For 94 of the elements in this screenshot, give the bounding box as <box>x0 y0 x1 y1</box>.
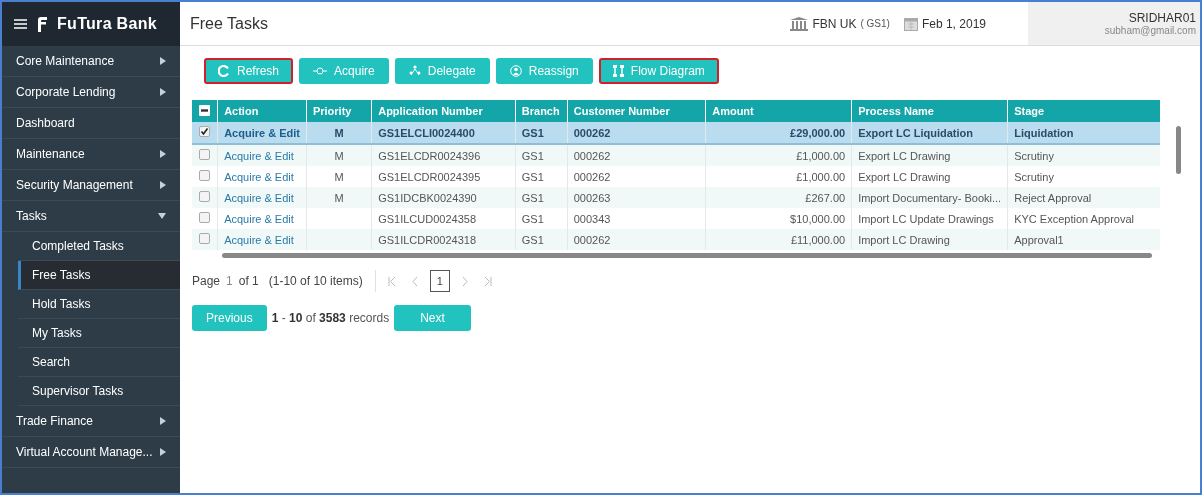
table-cell: M <box>334 149 344 162</box>
branch-name: FBN UK <box>812 16 857 31</box>
date: Feb 1, 2019 <box>921 16 986 31</box>
sidebar-item[interactable]: Core Maintenance <box>2 46 180 77</box>
sidebar-item[interactable]: Trade Finance <box>2 406 180 437</box>
table-cell: £1,000.00 <box>796 149 846 162</box>
sidebar-item[interactable]: Tasks <box>2 201 180 232</box>
table-cell: 000262 <box>573 149 611 162</box>
sidebar-item[interactable]: Corporate Lending <box>2 77 180 108</box>
checkbox[interactable] <box>199 191 210 202</box>
page-title: Free Tasks <box>189 14 269 33</box>
checkbox[interactable] <box>199 212 210 223</box>
table-cell: M <box>334 191 344 204</box>
checkbox[interactable] <box>199 126 210 137</box>
action-link[interactable]: Acquire & Edit <box>224 212 294 225</box>
scrollbar[interactable] <box>1176 126 1181 174</box>
sidebar-subitem[interactable]: Hold Tasks <box>18 290 180 319</box>
table-cell: $10,000.00 <box>790 212 846 225</box>
flow-icon <box>612 65 624 77</box>
scrollbar[interactable] <box>222 253 1152 258</box>
logo-icon <box>37 16 47 32</box>
table-cell: 000343 <box>573 212 611 225</box>
action-link[interactable]: Acquire & Edit <box>224 170 294 183</box>
table-cell: Export LC Drawing <box>858 170 951 183</box>
table-cell: GS1ILCUD0024358 <box>378 212 477 225</box>
table-cell: GS1IDCBK0024390 <box>378 191 477 204</box>
table-cell: £29,000.00 <box>790 126 846 139</box>
table-cell: Approval1 <box>1014 233 1064 246</box>
page-label: Page <box>192 274 221 288</box>
last-page-icon[interactable] <box>483 276 492 286</box>
table-cell: Reject Approval <box>1014 191 1092 204</box>
branch-code: ( GS1) <box>860 18 890 29</box>
user-circle-icon <box>509 65 522 77</box>
table-cell: Scrutiny <box>1014 149 1054 162</box>
page-number: 1 <box>226 274 233 288</box>
table-cell: GS1 <box>521 126 544 139</box>
sidebar-item[interactable]: Virtual Account Manage... <box>2 437 180 468</box>
table-cell: £267.00 <box>805 191 846 204</box>
user-name: SRIDHAR01 <box>1128 11 1196 25</box>
sidebar-subitem[interactable]: My Tasks <box>18 319 180 348</box>
sidebar-item[interactable]: Security Management <box>2 170 180 201</box>
table-cell: 000263 <box>573 191 611 204</box>
table-cell: M <box>334 126 344 139</box>
people-icon <box>408 65 421 77</box>
table-cell: 000262 <box>573 233 611 246</box>
table-cell: GS1ILCDR0024318 <box>378 233 477 246</box>
sidebar-subitem[interactable]: Free Tasks <box>18 261 180 290</box>
sidebar-subitem[interactable]: Supervisor Tasks <box>18 377 180 406</box>
checkbox[interactable] <box>199 149 210 160</box>
table-row[interactable]: Acquire & Edit M GS1ELCLI0024400 GS1 000262 £29,000.00 Export LC Liquidation Liquidation <box>192 122 1185 144</box>
first-page-icon[interactable] <box>387 276 396 286</box>
table-cell: 000262 <box>573 126 611 139</box>
table-cell: GS1 <box>521 212 544 225</box>
table-cell: £11,000.00 <box>790 233 846 246</box>
checkbox[interactable] <box>199 104 210 116</box>
table-cell: GS1ELCLI0024400 <box>378 126 475 139</box>
table-cell: GS1 <box>521 233 544 246</box>
menu-icon[interactable] <box>14 19 27 29</box>
items-summary: (1-10 of 10 items) <box>268 274 363 288</box>
table-cell: GS1ELCDR0024395 <box>378 170 481 183</box>
table-cell: GS1 <box>521 170 544 183</box>
table-cell: Export LC Drawing <box>858 149 951 162</box>
table-row[interactable]: Acquire & Edit M GS1ELCDR0024396 GS1 000262 £1,000.00 Export LC Drawing Scrutiny <box>192 144 1185 166</box>
current-page[interactable]: 1 <box>429 270 450 292</box>
sidebar-item[interactable]: Maintenance <box>2 139 180 170</box>
brand-name: FuTura Bank <box>57 15 157 33</box>
table-row[interactable]: Acquire & Edit GS1ILCDR0024318 GS1 000262 £11,000.00 Import LC Drawing Approval1 <box>192 229 1185 250</box>
bank-icon <box>790 16 809 31</box>
sidebar-subitem[interactable]: Search <box>18 348 180 377</box>
table-row[interactable]: Acquire & Edit M GS1IDCBK0024390 GS1 000263 £267.00 Import Documentary- Booki... Reject Approval <box>192 187 1185 208</box>
sidebar-item[interactable]: Dashboard <box>2 108 180 139</box>
checkbox[interactable] <box>199 170 210 181</box>
table-cell: Import LC Update Drawings <box>858 212 994 225</box>
refresh-icon <box>218 65 230 77</box>
table-cell: 000262 <box>573 170 611 183</box>
user-email: subham@gmail.com <box>1104 25 1196 36</box>
records-summary: 1 - 10 of 3583 records <box>271 311 390 325</box>
table-cell: Liquidation <box>1014 126 1074 139</box>
table-cell: GS1ELCDR0024396 <box>378 149 481 162</box>
next-page-icon[interactable] <box>461 276 468 286</box>
table-cell: Import Documentary- Booki... <box>858 191 1002 204</box>
table-cell: Scrutiny <box>1014 170 1054 183</box>
table-cell: Import LC Drawing <box>858 233 950 246</box>
table-cell: Export LC Liquidation <box>858 126 973 139</box>
circle-dash-icon <box>313 67 328 75</box>
page-count: of 1 <box>238 274 259 288</box>
calendar-icon <box>903 16 918 31</box>
table-cell: KYC Exception Approval <box>1014 212 1135 225</box>
checkbox[interactable] <box>199 233 210 244</box>
previous-page-icon[interactable] <box>411 276 418 286</box>
table-cell: GS1 <box>521 191 544 204</box>
table-cell: M <box>334 170 344 183</box>
table-cell: £1,000.00 <box>796 170 846 183</box>
table-cell: GS1 <box>521 149 544 162</box>
